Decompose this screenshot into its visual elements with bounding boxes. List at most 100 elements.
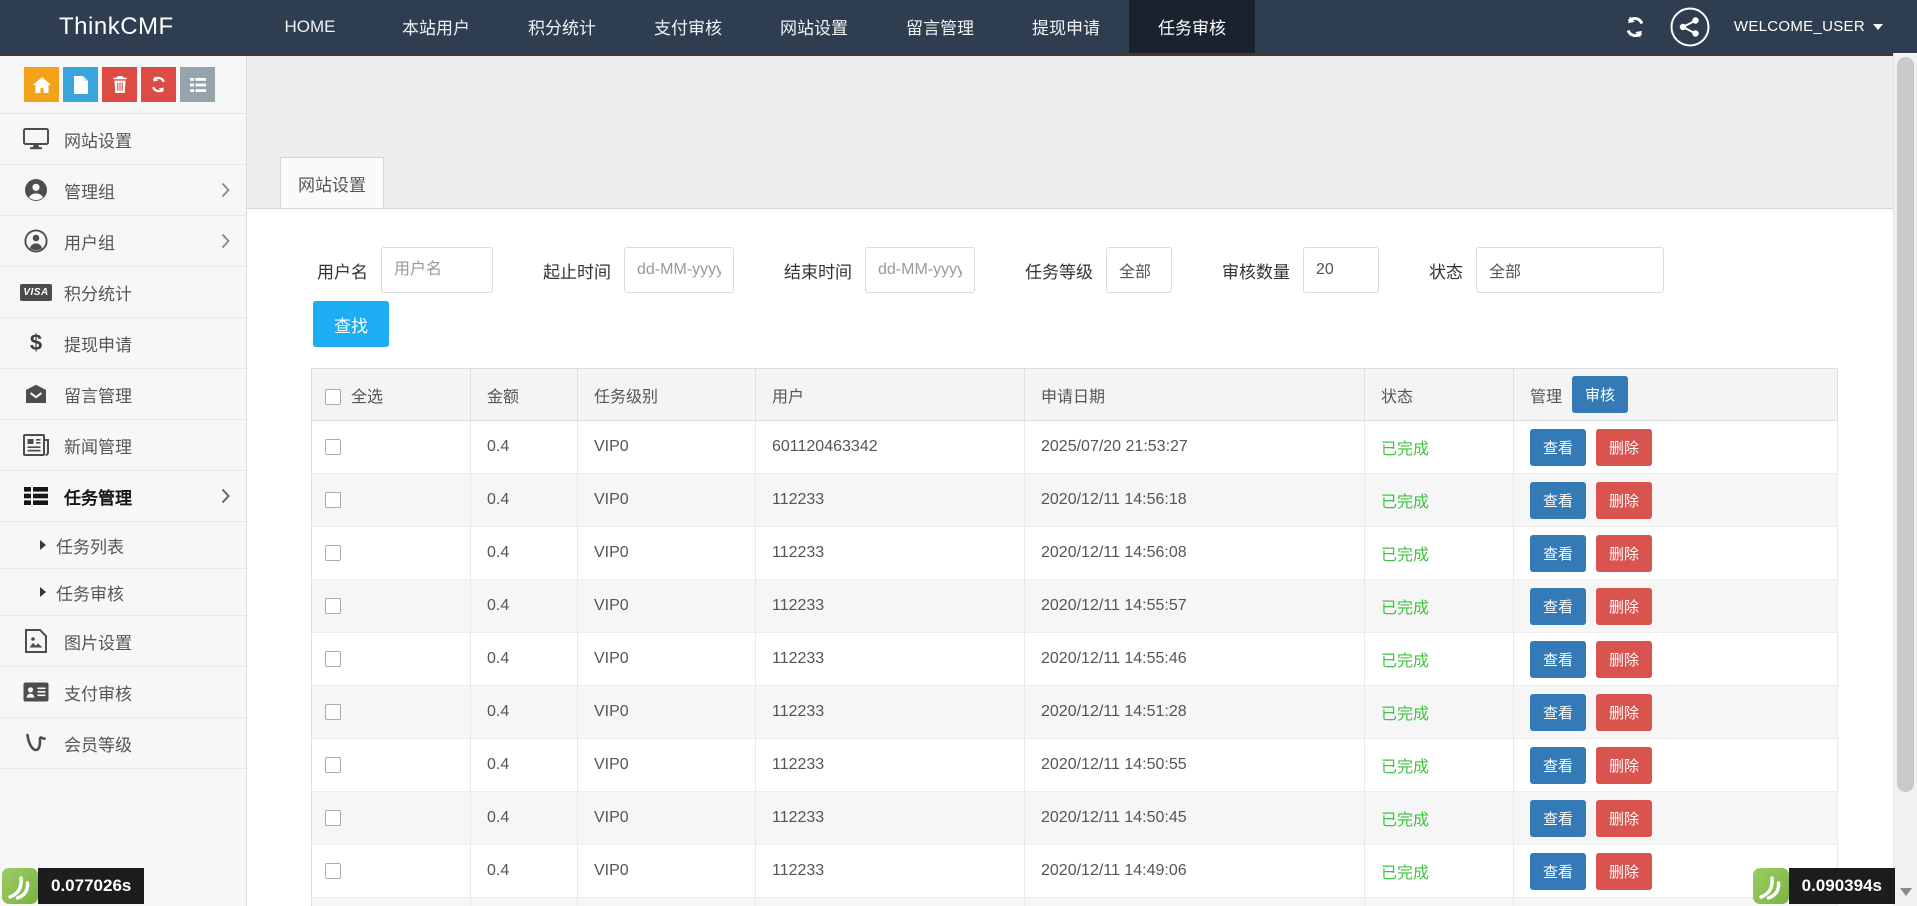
sidebar-item-label: 用户组 [64, 229, 115, 254]
username-input[interactable] [381, 247, 493, 293]
sidebar-item-user-group[interactable]: 用户组 [0, 216, 246, 267]
status-cell: 已完成 [1365, 792, 1514, 845]
select-all-checkbox[interactable] [325, 389, 341, 405]
user-menu[interactable]: WELCOME_USER [1734, 18, 1883, 35]
level-cell: VIP0 [578, 580, 756, 633]
date-cell: 2020/12/11 14:56:18 [1025, 474, 1365, 527]
sidebar-subitem-label: 任务列表 [56, 533, 124, 558]
view-button[interactable]: 查看 [1530, 800, 1586, 837]
review-count-label: 审核数量 [1222, 258, 1290, 283]
status-select[interactable]: 全部 [1476, 247, 1664, 293]
trash-icon[interactable] [102, 67, 137, 102]
row-checkbox[interactable] [325, 439, 341, 455]
sidebar-item-points-stats[interactable]: VISA 积分统计 [0, 267, 246, 318]
sidebar-item-label: 提现申请 [64, 331, 132, 356]
scrollbar-thumb[interactable] [1897, 57, 1914, 792]
delete-button[interactable]: 删除 [1596, 535, 1652, 572]
level-cell: VIP0 [578, 421, 756, 474]
delete-button[interactable]: 删除 [1596, 853, 1652, 890]
start-time-input[interactable] [624, 247, 734, 293]
nav-item-site-users[interactable]: 本站用户 [373, 0, 499, 53]
row-checkbox[interactable] [325, 863, 341, 879]
status-cell: 已完成 [1365, 686, 1514, 739]
nav-item-payment-review[interactable]: 支付审核 [625, 0, 751, 53]
delete-button[interactable]: 删除 [1596, 482, 1652, 519]
recycle-icon[interactable] [141, 67, 176, 102]
row-checkbox[interactable] [325, 810, 341, 826]
file-icon[interactable] [63, 67, 98, 102]
sidebar-item-admin-group[interactable]: 管理组 [0, 165, 246, 216]
nav-item-task-review[interactable]: 任务审核 [1129, 0, 1255, 53]
scrollbar-down-arrow-icon[interactable] [1900, 888, 1912, 896]
exec-time-badge-right[interactable]: 0.090394s [1753, 868, 1895, 904]
row-checkbox[interactable] [325, 704, 341, 720]
tab-site-settings[interactable]: 网站设置 [280, 157, 384, 208]
review-count-input[interactable] [1303, 247, 1379, 293]
search-button[interactable]: 查找 [313, 301, 389, 347]
nav-item-message-management[interactable]: 留言管理 [877, 0, 1003, 53]
nav-item-points-stats[interactable]: 积分统计 [499, 0, 625, 53]
amount-cell: 0.4 [471, 792, 578, 845]
end-time-input[interactable] [865, 247, 975, 293]
delete-button[interactable]: 删除 [1596, 588, 1652, 625]
filter-username: 用户名 [317, 247, 493, 293]
avatar[interactable] [1670, 7, 1710, 47]
delete-button[interactable]: 删除 [1596, 429, 1652, 466]
vertical-scrollbar [1893, 53, 1917, 906]
row-checkbox[interactable] [325, 545, 341, 561]
view-button[interactable]: 查看 [1530, 535, 1586, 572]
list-icon[interactable] [180, 67, 215, 102]
row-checkbox[interactable] [325, 598, 341, 614]
user-cell: 112233 [756, 792, 1025, 845]
date-cell: 2020/12/11 14:55:46 [1025, 633, 1365, 686]
sidebar-item-label: 任务管理 [64, 484, 132, 509]
view-button[interactable]: 查看 [1530, 588, 1586, 625]
filter-review-count: 审核数量 [1222, 247, 1379, 293]
refresh-icon[interactable] [1624, 16, 1646, 38]
delete-button[interactable]: 删除 [1596, 694, 1652, 731]
brand-logo[interactable]: ThinkCMF [59, 13, 209, 41]
nav-item-site-settings[interactable]: 网站设置 [751, 0, 877, 53]
sidebar-item-label: 支付审核 [64, 680, 132, 705]
sidebar-subitem-task-list[interactable]: 任务列表 [0, 522, 246, 569]
sidebar-item-payment-review[interactable]: 支付审核 [0, 667, 246, 718]
exec-time-value: 0.090394s [1789, 868, 1895, 904]
view-button[interactable]: 查看 [1530, 747, 1586, 784]
sidebar-item-withdrawal-request[interactable]: $ 提现申请 [0, 318, 246, 369]
sidebar-item-member-level[interactable]: 会员等级 [0, 718, 246, 769]
nav-item-home[interactable]: HOME [247, 0, 373, 53]
image-icon [22, 629, 50, 653]
review-button[interactable]: 审核 [1572, 376, 1628, 413]
row-checkbox[interactable] [325, 651, 341, 667]
table-row: 0.4 VIP0 112233 2020/12/11 14:55:57 已完成 … [312, 580, 1838, 633]
sidebar-subitem-task-review[interactable]: 任务审核 [0, 569, 246, 616]
filter-start-time: 起止时间 [543, 247, 734, 293]
view-button[interactable]: 查看 [1530, 641, 1586, 678]
sidebar-item-news-management[interactable]: 新闻管理 [0, 420, 246, 471]
delete-button[interactable]: 删除 [1596, 747, 1652, 784]
view-button[interactable]: 查看 [1530, 694, 1586, 731]
sidebar-item-label: 新闻管理 [64, 433, 132, 458]
sidebar: 网站设置 管理组 用户组 VISA [0, 56, 247, 906]
sidebar-item-site-settings[interactable]: 网站设置 [0, 114, 246, 165]
chevron-right-icon [221, 488, 230, 509]
home-icon[interactable] [24, 67, 59, 102]
nav-item-withdrawal-request[interactable]: 提现申请 [1003, 0, 1129, 53]
sidebar-item-message-management[interactable]: 留言管理 [0, 369, 246, 420]
view-button[interactable]: 查看 [1530, 853, 1586, 890]
row-checkbox[interactable] [325, 757, 341, 773]
exec-time-badge-left: 0.077026s [2, 868, 144, 904]
user-cell: 112233 [756, 686, 1025, 739]
main-nav: HOME 本站用户 积分统计 支付审核 网站设置 留言管理 提现申请 任务审核 [247, 0, 1255, 53]
delete-button[interactable]: 删除 [1596, 800, 1652, 837]
sidebar-item-image-settings[interactable]: 图片设置 [0, 616, 246, 667]
row-checkbox[interactable] [325, 492, 341, 508]
view-button[interactable]: 查看 [1530, 429, 1586, 466]
triangle-right-icon [40, 540, 46, 550]
delete-button[interactable]: 删除 [1596, 641, 1652, 678]
task-level-select[interactable]: 全部 [1106, 247, 1172, 293]
view-button[interactable]: 查看 [1530, 482, 1586, 519]
status-cell: 已完成 [1365, 474, 1514, 527]
sidebar-item-task-management[interactable]: 任务管理 [0, 471, 246, 522]
table-row: 0.4 VIP0 112233 2020/12/11 14:49:06 已完成 … [312, 845, 1838, 898]
